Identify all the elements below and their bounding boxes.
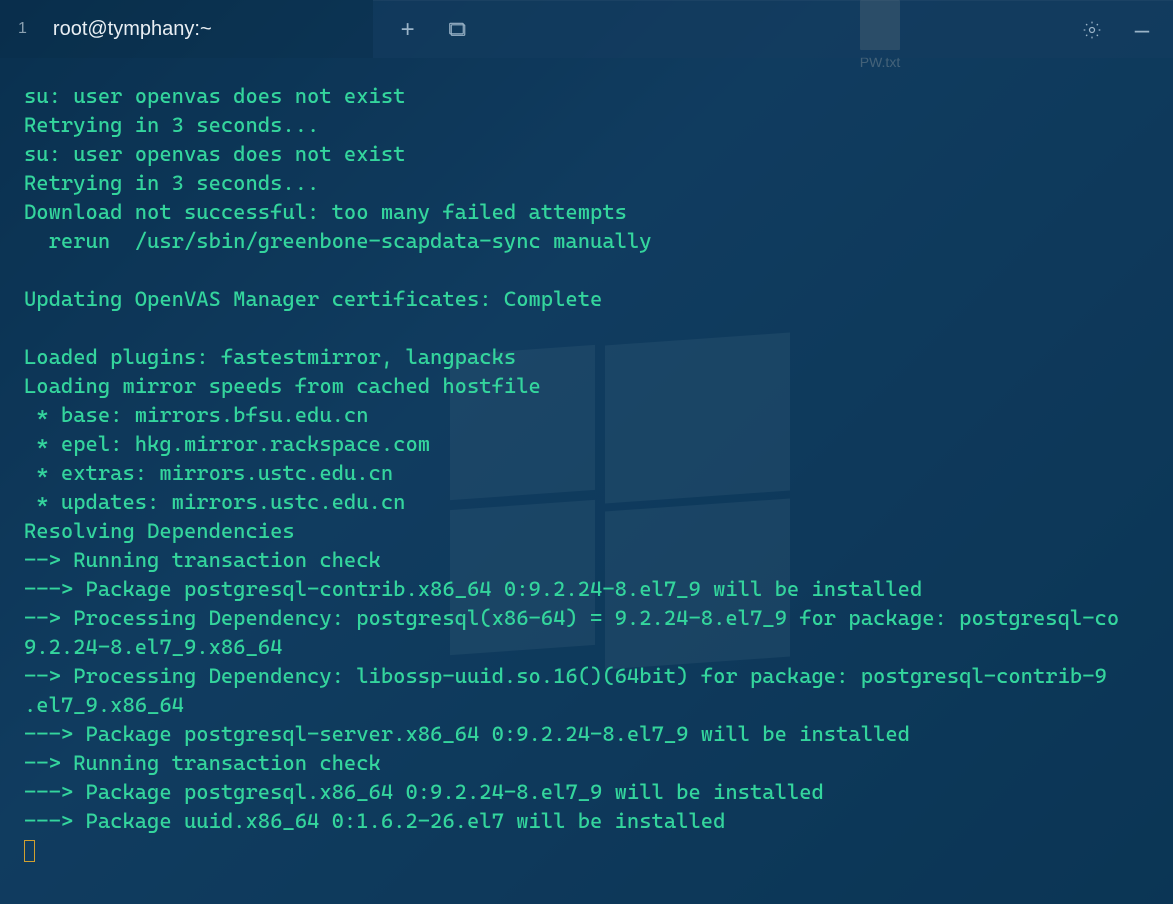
minimize-button[interactable]: – [1117, 1, 1167, 59]
terminal-line: Download not successful: too many failed… [24, 198, 1149, 227]
tab-title: root@tymphany:~ [53, 18, 212, 41]
terminal-line [24, 314, 1149, 343]
terminal-line: .el7_9.x86_64 [24, 691, 1149, 720]
minimize-icon: – [1135, 14, 1149, 45]
plus-icon: + [401, 16, 415, 44]
terminal-line: Updating OpenVAS Manager certificates: C… [24, 285, 1149, 314]
terminal-line: Loaded plugins: fastestmirror, langpacks [24, 343, 1149, 372]
terminal-line: * base: mirrors.bfsu.edu.cn [24, 401, 1149, 430]
terminal-line: --> Processing Dependency: libossp-uuid.… [24, 662, 1149, 691]
terminal-line [24, 256, 1149, 285]
terminal-cursor [24, 840, 35, 862]
terminal-line: * updates: mirrors.ustc.edu.cn [24, 488, 1149, 517]
desktop-background: PW.txt 1 root@tymphany:~ + [0, 0, 1173, 904]
terminal-line: ---> Package postgresql-contrib.x86_64 0… [24, 575, 1149, 604]
terminal-line: Retrying in 3 seconds... [24, 169, 1149, 198]
panes-icon [449, 21, 467, 39]
settings-button[interactable] [1067, 1, 1117, 59]
terminal-line: Retrying in 3 seconds... [24, 111, 1149, 140]
terminal-line: su: user openvas does not exist [24, 140, 1149, 169]
terminal-line: Loading mirror speeds from cached hostfi… [24, 372, 1149, 401]
split-pane-button[interactable] [433, 1, 483, 59]
terminal-line: --> Processing Dependency: postgresql(x8… [24, 604, 1149, 633]
terminal-line: * extras: mirrors.ustc.edu.cn [24, 459, 1149, 488]
terminal-line: rerun /usr/sbin/greenbone-scapdata-sync … [24, 227, 1149, 256]
tab-index: 1 [18, 20, 27, 38]
titlebar-toolbar: + – [373, 0, 1173, 58]
terminal-line: --> Running transaction check [24, 749, 1149, 778]
new-tab-button[interactable]: + [383, 1, 433, 59]
terminal-line: su: user openvas does not exist [24, 82, 1149, 111]
terminal-line: ---> Package postgresql-server.x86_64 0:… [24, 720, 1149, 749]
terminal-window: 1 root@tymphany:~ + [0, 0, 1173, 904]
terminal-titlebar: 1 root@tymphany:~ + [0, 0, 1173, 58]
terminal-line: * epel: hkg.mirror.rackspace.com [24, 430, 1149, 459]
terminal-line: Resolving Dependencies [24, 517, 1149, 546]
terminal-line: 9.2.24-8.el7_9.x86_64 [24, 633, 1149, 662]
terminal-output[interactable]: su: user openvas does not existRetrying … [0, 58, 1173, 870]
terminal-line: ---> Package postgresql.x86_64 0:9.2.24-… [24, 778, 1149, 807]
terminal-line: --> Running transaction check [24, 546, 1149, 575]
terminal-line: ---> Package uuid.x86_64 0:1.6.2-26.el7 … [24, 807, 1149, 836]
gear-icon [1082, 20, 1102, 40]
terminal-tab-1[interactable]: 1 root@tymphany:~ [0, 0, 373, 58]
